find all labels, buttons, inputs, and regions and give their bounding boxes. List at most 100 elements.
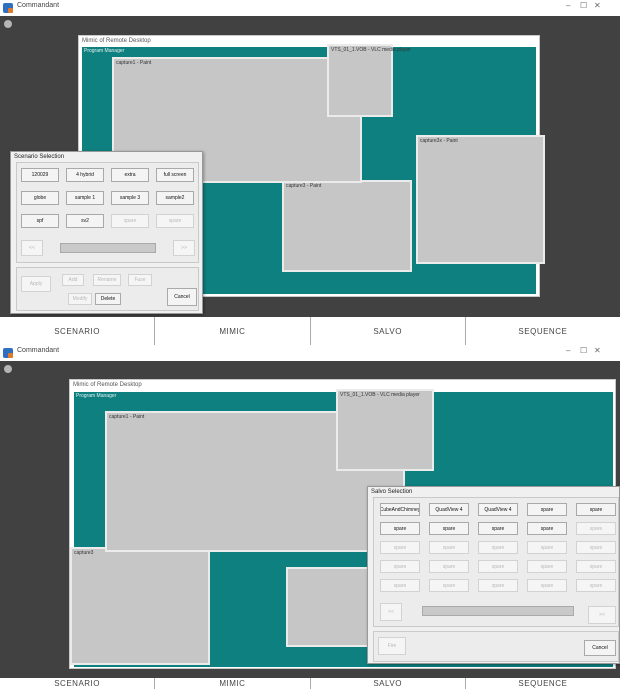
bottom-nav: SCENARIO MIMIC SALVO SEQUENCE — [0, 317, 620, 345]
app-title: Commandant — [17, 2, 60, 9]
salvo-button[interactable]: spare — [527, 541, 567, 554]
pane-title: capture1 - Paint — [109, 414, 145, 420]
scenario-button[interactable]: sample 1 — [66, 191, 104, 205]
status-indicator — [4, 20, 12, 28]
salvo-button[interactable]: CubeAndChimney — [380, 503, 420, 516]
tab-sequence[interactable]: SEQUENCE — [464, 678, 620, 689]
window-pane[interactable]: VTS_01_1.VOB - VLC media player — [336, 389, 434, 471]
pane-title: VTS_01_1.VOB - VLC media player — [331, 47, 411, 53]
scenario-button[interactable]: sv2 — [66, 214, 104, 228]
program-manager-label: Program Manager — [76, 393, 117, 399]
salvo-button[interactable]: spare — [576, 503, 616, 516]
salvo-button[interactable]: spare — [527, 579, 567, 592]
next-page-button[interactable]: >> — [173, 240, 195, 256]
next-page-button[interactable]: >> — [588, 606, 616, 624]
page-progress-bar — [60, 243, 156, 253]
mimic-title: Mimic of Remote Desktop — [73, 382, 142, 388]
tab-mimic[interactable]: MIMIC — [154, 317, 309, 345]
salvo-button[interactable]: spare — [527, 522, 567, 535]
tab-scenario[interactable]: SCENARIO — [0, 678, 154, 689]
add-button[interactable]: Add — [62, 274, 84, 286]
tab-sequence[interactable]: SEQUENCE — [464, 317, 620, 345]
salvo-button[interactable]: QuadView 4 — [478, 503, 518, 516]
delete-button[interactable]: Delete — [95, 293, 121, 305]
close-button[interactable]: ✕ — [594, 1, 601, 10]
tab-salvo[interactable]: SALVO — [309, 678, 465, 689]
tab-mimic[interactable]: MIMIC — [154, 678, 309, 689]
tab-salvo[interactable]: SALVO — [309, 317, 465, 345]
pane-title: capture1 - Paint — [116, 60, 152, 66]
salvo-button[interactable]: spare — [429, 560, 469, 573]
salvo-button[interactable]: spare — [380, 579, 420, 592]
salvo-button[interactable]: spare — [527, 560, 567, 573]
salvo-button[interactable]: spare — [576, 560, 616, 573]
salvo-button[interactable]: spare — [380, 560, 420, 573]
scenario-grid: 120029 4 hybrid extra full screen globe … — [16, 162, 199, 263]
screenshot-scenario: Commandant – ☐ ✕ Mimic of Remote Desktop… — [0, 0, 620, 345]
salvo-button[interactable]: spare — [380, 522, 420, 535]
dialog-title: Salvo Selection — [371, 489, 413, 495]
tab-scenario[interactable]: SCENARIO — [0, 317, 154, 345]
salvo-button[interactable]: spare — [478, 522, 518, 535]
app-icon — [3, 3, 13, 13]
scenario-actions: Apply Add Rename Fuse Modify Delete Canc… — [16, 267, 199, 311]
salvo-button[interactable]: spare — [527, 503, 567, 516]
window-pane[interactable]: VTS_01_1.VOB - VLC media player — [327, 44, 411, 117]
window-pane[interactable]: capture3 — [70, 547, 210, 665]
page-progress-bar — [422, 606, 574, 616]
pane-title: capture3x - Paint — [420, 138, 458, 144]
scenario-button[interactable]: sample 3 — [111, 191, 149, 205]
prev-page-button[interactable]: << — [21, 240, 43, 256]
title-bar: Commandant – ☐ ✕ — [0, 0, 620, 16]
salvo-actions: Fire Cancel — [373, 631, 619, 662]
close-button[interactable]: ✕ — [594, 346, 601, 355]
workspace: Mimic of Remote Desktop Program Manager … — [0, 361, 620, 678]
scenario-button[interactable]: spare — [156, 214, 194, 228]
window-pane[interactable]: capture3x - Paint — [416, 135, 545, 264]
salvo-button[interactable]: spare — [576, 579, 616, 592]
scenario-button[interactable]: sample2 — [156, 191, 194, 205]
rename-button[interactable]: Rename — [93, 274, 121, 286]
fire-button[interactable]: Fire — [378, 637, 406, 655]
cancel-button[interactable]: Cancel — [584, 640, 616, 656]
salvo-button[interactable]: spare — [429, 541, 469, 554]
cancel-button[interactable]: Cancel — [167, 288, 197, 306]
scenario-button[interactable]: 4 hybrid — [66, 168, 104, 182]
dialog-title: Scenario Selection — [14, 154, 65, 160]
modify-button[interactable]: Modify — [68, 293, 92, 305]
scenario-button[interactable]: globe — [21, 191, 59, 205]
salvo-button[interactable]: spare — [478, 541, 518, 554]
salvo-button[interactable]: spare — [478, 579, 518, 592]
salvo-button[interactable]: spare — [576, 522, 616, 535]
salvo-button[interactable]: spare — [576, 541, 616, 554]
salvo-button[interactable]: spare — [429, 579, 469, 592]
scenario-button[interactable]: spare — [111, 214, 149, 228]
salvo-dialog: Salvo Selection CubeAndChimney QuadView … — [367, 486, 620, 664]
scenario-button[interactable]: 120029 — [21, 168, 59, 182]
screenshot-salvo: Commandant – ☐ ✕ Mimic of Remote Desktop… — [0, 345, 620, 689]
pane-title: VTS_01_1.VOB - VLC media player — [340, 392, 420, 398]
prev-page-button[interactable]: << — [380, 603, 402, 621]
app-title: Commandant — [17, 347, 60, 354]
apply-button[interactable]: Apply — [21, 276, 51, 292]
salvo-button[interactable]: QuadView 4 — [429, 503, 469, 516]
minimize-button[interactable]: – — [566, 1, 570, 10]
minimize-button[interactable]: – — [566, 346, 570, 355]
maximize-button[interactable]: ☐ — [580, 1, 587, 10]
app-icon — [3, 348, 13, 358]
workspace: Mimic of Remote Desktop Program Manager … — [0, 16, 620, 317]
salvo-button[interactable]: spare — [429, 522, 469, 535]
pane-title: capture3 — [74, 550, 94, 556]
fuse-button[interactable]: Fuse — [128, 274, 152, 286]
scenario-button[interactable]: spf — [21, 214, 59, 228]
scenario-button[interactable]: full screen — [156, 168, 194, 182]
scenario-dialog: Scenario Selection 120029 4 hybrid extra… — [10, 151, 203, 314]
salvo-button[interactable]: spare — [478, 560, 518, 573]
scenario-button[interactable]: extra — [111, 168, 149, 182]
salvo-button[interactable]: spare — [380, 541, 420, 554]
window-pane[interactable]: capture3 - Paint — [282, 180, 412, 272]
title-bar: Commandant – ☐ ✕ — [0, 345, 620, 361]
pane-title: capture3 - Paint — [286, 183, 322, 189]
program-manager-label: Program Manager — [84, 48, 125, 54]
maximize-button[interactable]: ☐ — [580, 346, 587, 355]
